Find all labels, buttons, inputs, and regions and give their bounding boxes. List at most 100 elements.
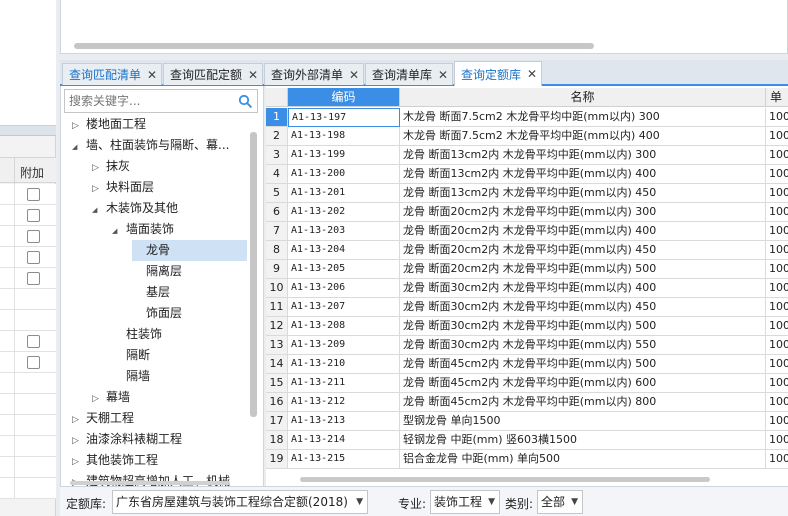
cell-unit: 100m [766, 355, 788, 374]
column-header-unit[interactable]: 单 [766, 88, 788, 107]
table-row[interactable]: 13 A1-13-209 龙骨 断面30cm2内 木龙骨平均中距(mm以内) 550… [266, 336, 788, 355]
tree-node[interactable]: ▷ 油漆涂料裱糊工程 [72, 429, 182, 450]
table-row[interactable]: 12 A1-13-208 龙骨 断面30cm2内 木龙骨平均中距(mm以内) 500… [266, 317, 788, 336]
tree-node[interactable]: 隔断 [112, 345, 150, 366]
cell-name: 龙骨 断面20cm2内 木龙骨平均中距(mm以内) 450 [400, 241, 766, 260]
collapsed-arrow-icon[interactable]: ▷ [92, 389, 106, 410]
tree-node[interactable]: ◢ 墙面装饰 [112, 219, 174, 240]
tab-query-match-quota[interactable]: 查询匹配定额 ✕ [163, 63, 264, 85]
table-row[interactable]: 19A1-13-215铝合金龙骨 中距(mm) 单向500100m [266, 450, 788, 469]
attach-checkbox[interactable] [27, 272, 40, 285]
tree-horizontal-scrollbar[interactable] [70, 481, 230, 485]
table-row[interactable]: 6 A1-13-202 龙骨 断面20cm2内 木龙骨平均中距(mm以内) 300 1… [266, 203, 788, 222]
tree-node-label: 块料面层 [106, 180, 155, 194]
collapsed-arrow-icon[interactable]: ▷ [72, 116, 86, 137]
collapsed-arrow-icon[interactable]: ▷ [72, 452, 86, 473]
table-row[interactable]: 4 A1-13-200 龙骨 断面13cm2内 木龙骨平均中距(mm以内) 400 1… [266, 165, 788, 184]
cell-code: A1-13-207 [288, 298, 400, 317]
table-row[interactable]: 11 A1-13-207 龙骨 断面30cm2内 木龙骨平均中距(mm以内) 450… [266, 298, 788, 317]
tree-node[interactable]: 基层 [132, 282, 170, 303]
cell-code: A1-13-202 [288, 203, 400, 222]
major-select[interactable]: 装饰工程 ▼ [430, 490, 500, 514]
table-row[interactable]: 15 A1-13-211 龙骨 断面45cm2内 木龙骨平均中距(mm以内) 600… [266, 374, 788, 393]
quota-library-label: 定额库: [66, 497, 107, 511]
tree-node[interactable]: ▷ 楼地面工程 [72, 114, 146, 135]
tree-node[interactable]: 隔离层 [132, 261, 182, 282]
tab-query-quota-library[interactable]: 查询定额库 ✕ [454, 61, 543, 86]
attach-checkbox[interactable] [27, 251, 40, 264]
tree-node[interactable]: ▷ 块料面层 [92, 177, 154, 198]
cell-code: A1-13-215 [288, 450, 400, 469]
cell-name: 龙骨 断面20cm2内 木龙骨平均中距(mm以内) 400 [400, 222, 766, 241]
expanded-arrow-icon[interactable]: ◢ [72, 137, 86, 158]
tree-node[interactable]: 饰面层 [132, 303, 182, 324]
cell-unit: 100m [766, 260, 788, 279]
tree-vertical-scrollbar[interactable] [250, 132, 257, 417]
attach-checkbox[interactable] [27, 209, 40, 222]
table-row[interactable]: 17A1-13-213型钢龙骨 单向1500100m [266, 412, 788, 431]
top-horizontal-scrollbar[interactable] [74, 43, 594, 49]
close-icon[interactable]: ✕ [527, 67, 537, 81]
quota-grid: 编码 名称 单 1 A1-13-197 木龙骨 断面7.5cm2 木龙骨平均中距(m… [266, 86, 788, 486]
tree-node-label: 饰面层 [146, 306, 183, 320]
tree-node[interactable]: 柱装饰 [112, 324, 162, 345]
cell-unit: 100m [766, 336, 788, 355]
cell-unit: 100m [766, 127, 788, 146]
table-row[interactable]: 3 A1-13-199 龙骨 断面13cm2内 木龙骨平均中距(mm以内) 300 1… [266, 146, 788, 165]
search-icon[interactable] [238, 94, 252, 108]
category-select[interactable]: 全部 ▼ [537, 490, 583, 514]
table-row[interactable]: 16 A1-13-212 龙骨 断面45cm2内 木龙骨平均中距(mm以内) 800… [266, 393, 788, 412]
attach-checkbox[interactable] [27, 356, 40, 369]
cell-name: 龙骨 断面20cm2内 木龙骨平均中距(mm以内) 500 [400, 260, 766, 279]
tab-query-match-list[interactable]: 查询匹配清单 ✕ [62, 63, 163, 85]
tab-label: 查询匹配定额 [170, 68, 243, 82]
table-row[interactable]: 7 A1-13-203 龙骨 断面20cm2内 木龙骨平均中距(mm以内) 400 1… [266, 222, 788, 241]
close-icon[interactable]: ✕ [438, 68, 448, 82]
attach-checkbox[interactable] [27, 335, 40, 348]
tree-node[interactable]: ▷ 天棚工程 [72, 408, 134, 429]
tab-label: 查询外部清单 [271, 68, 344, 82]
table-row[interactable]: 1 A1-13-197 木龙骨 断面7.5cm2 木龙骨平均中距(mm以内) 300… [266, 108, 788, 127]
attach-checkbox[interactable] [27, 230, 40, 243]
chevron-down-icon: ▼ [571, 497, 578, 507]
grid-horizontal-scrollbar[interactable] [300, 477, 710, 482]
collapsed-arrow-icon[interactable]: ▷ [92, 158, 106, 179]
tree-node[interactable]: 龙骨 [132, 240, 247, 261]
tree-node-label: 天棚工程 [86, 411, 135, 425]
search-input[interactable] [65, 90, 235, 112]
attach-checkbox[interactable] [27, 188, 40, 201]
tree-node[interactable]: ▷ 抹灰 [92, 156, 130, 177]
table-row[interactable]: 9 A1-13-205 龙骨 断面20cm2内 木龙骨平均中距(mm以内) 500 1… [266, 260, 788, 279]
quota-library-select[interactable]: 广东省房屋建筑与装饰工程综合定额(2018) ▼ [112, 490, 368, 514]
left-table-row [0, 289, 56, 310]
table-row[interactable]: 18A1-13-214轻钢龙骨 中距(mm) 竖603横1500100m [266, 431, 788, 450]
major-label: 专业: [398, 497, 427, 511]
tree-node[interactable]: ▷ 其他装饰工程 [72, 450, 158, 471]
table-row[interactable]: 14 A1-13-210 龙骨 断面45cm2内 木龙骨平均中距(mm以内) 500… [266, 355, 788, 374]
tree-node-label: 木装饰及其他 [106, 201, 179, 215]
tree-node[interactable]: ◢ 墙、柱面装饰与隔断、幕... [72, 135, 229, 156]
table-row[interactable]: 5 A1-13-201 龙骨 断面13cm2内 木龙骨平均中距(mm以内) 450 1… [266, 184, 788, 203]
table-row[interactable]: 2 A1-13-198 木龙骨 断面7.5cm2 木龙骨平均中距(mm以内) 400… [266, 127, 788, 146]
close-icon[interactable]: ✕ [248, 68, 258, 82]
tab-query-external-list[interactable]: 查询外部清单 ✕ [264, 63, 365, 85]
tree-node[interactable]: 隔墙 [112, 366, 150, 387]
row-number: 10 [266, 279, 288, 298]
close-icon[interactable]: ✕ [147, 68, 157, 82]
collapsed-arrow-icon[interactable]: ▷ [72, 431, 86, 452]
collapsed-arrow-icon[interactable]: ▷ [72, 410, 86, 431]
close-icon[interactable]: ✕ [349, 68, 359, 82]
tree-node[interactable]: ◢ 木装饰及其他 [92, 198, 178, 219]
expanded-arrow-icon[interactable]: ◢ [92, 200, 106, 221]
expanded-arrow-icon[interactable]: ◢ [112, 221, 126, 242]
table-row[interactable]: 8 A1-13-204 龙骨 断面20cm2内 木龙骨平均中距(mm以内) 450 1… [266, 241, 788, 260]
table-row[interactable]: 10 A1-13-206 龙骨 断面30cm2内 木龙骨平均中距(mm以内) 400… [266, 279, 788, 298]
column-header-code[interactable]: 编码 [288, 88, 400, 107]
collapsed-arrow-icon[interactable]: ▷ [92, 179, 106, 200]
tab-label: 查询定额库 [461, 67, 522, 82]
column-header-name[interactable]: 名称 [400, 88, 766, 107]
tab-query-list-library[interactable]: 查询清单库 ✕ [365, 63, 454, 85]
chevron-down-icon: ▼ [488, 497, 495, 507]
tree-node[interactable]: ▷ 幕墙 [92, 387, 130, 408]
cell-unit: 100m [766, 393, 788, 412]
